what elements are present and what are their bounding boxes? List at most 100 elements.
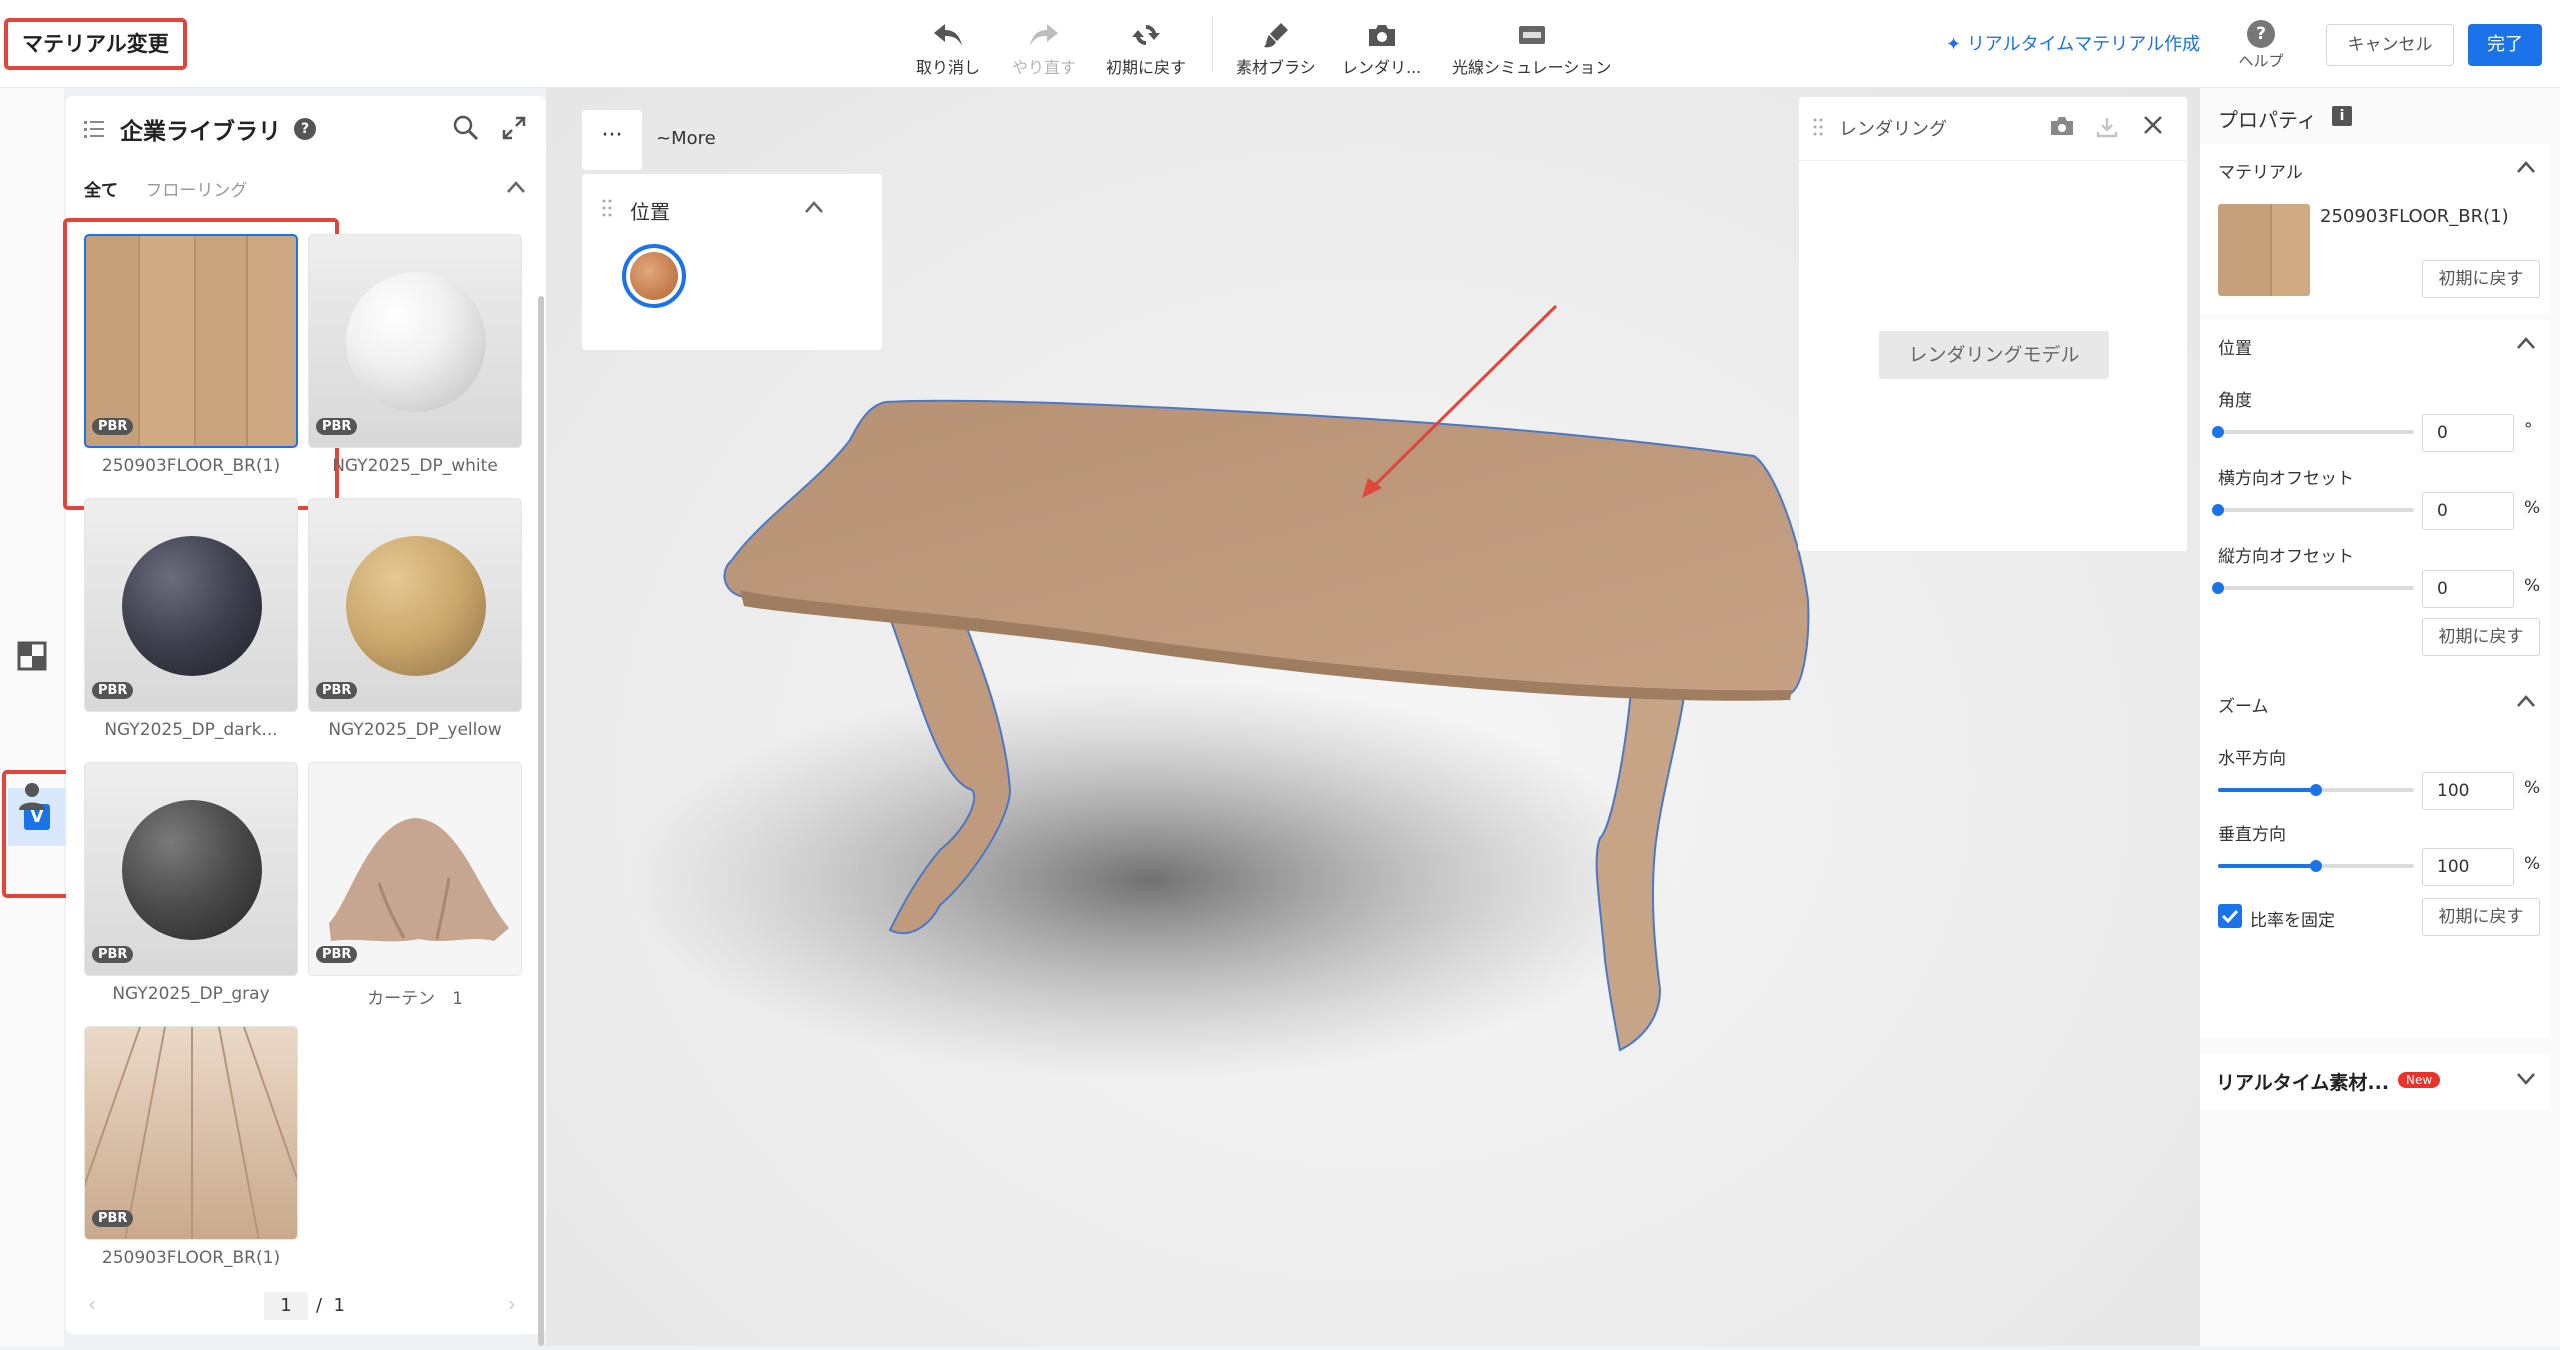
angle-input[interactable]: 0 [2422, 414, 2514, 452]
chevron-left-icon[interactable]: ‹ [88, 1292, 96, 1316]
material-tile[interactable]: PBR 250903FLOOR_BR(1) [84, 1026, 298, 1278]
material-tile[interactable]: PBR 250903FLOOR_BR(1) [63, 218, 339, 510]
v-offset-label: 縦方向オフセット [2218, 547, 2354, 567]
angle-unit: ° [2524, 420, 2533, 440]
realtime-material-section[interactable]: リアルタイム素材... New [2200, 1054, 2550, 1110]
material-thumbnail [84, 498, 298, 712]
material-tile[interactable]: PBR NGY2025_DP_gray [84, 762, 298, 1014]
brush-label: 素材ブラシ [1236, 58, 1316, 77]
hdr-icon [1518, 26, 1545, 44]
drag-handle-icon[interactable] [1813, 117, 1823, 137]
zoom-v-input[interactable]: 100 [2422, 848, 2514, 886]
v-offset-slider[interactable] [2212, 582, 2414, 594]
drag-handle-icon[interactable] [602, 198, 612, 218]
material-tile[interactable]: PBR NGY2025_DP_yellow [308, 498, 522, 750]
angle-label: 角度 [2218, 391, 2252, 411]
sparkle-icon: ✦ [1946, 34, 1967, 55]
material-name: 250903FLOOR_BR(1) [101, 456, 281, 476]
section-title: 位置 [2218, 339, 2252, 359]
cloth-shape [329, 818, 509, 942]
search-icon[interactable] [452, 114, 480, 142]
app-title: マテリアル変更 [4, 18, 187, 70]
material-name: NGY2025_DP_white [332, 456, 498, 476]
angle-slider[interactable] [2212, 426, 2414, 438]
pbr-badge: PBR [92, 418, 134, 435]
material-name: NGY2025_DP_gray [112, 984, 270, 1004]
properties-title: プロパティ [2218, 108, 2317, 132]
material-tile[interactable]: PBR NGY2025_DP_dark... [84, 498, 298, 750]
render-model-button[interactable]: レンダリングモデル [1879, 331, 2109, 379]
more-button[interactable]: ··· [582, 110, 642, 170]
library-pager: 1 / 1 [264, 1292, 345, 1320]
library-scrollbar[interactable] [538, 296, 544, 1346]
undo-button[interactable]: 取り消し [916, 20, 980, 78]
reset-position-button[interactable]: 初期に戻す [2422, 618, 2540, 656]
redo-button[interactable]: やり直す [1012, 20, 1076, 78]
zoom-v-slider[interactable] [2218, 860, 2414, 872]
cancel-button[interactable]: キャンセル [2326, 24, 2454, 66]
material-thumbnail [84, 1026, 298, 1240]
render-panel-title: レンダリング [1839, 119, 1947, 140]
material-thumbnail [84, 762, 298, 976]
undo-label: 取り消し [916, 58, 981, 77]
material-thumbnail [308, 498, 522, 712]
rail-item-user[interactable] [12, 776, 52, 816]
h-offset-slider[interactable] [2212, 504, 2414, 516]
realtime-label: リアルタイムマテリアル作成 [1966, 34, 2201, 55]
camera-icon[interactable] [2049, 115, 2075, 137]
section-title: ズーム [2218, 697, 2269, 717]
slider-knob[interactable] [2310, 860, 2322, 872]
slider-knob[interactable] [2310, 784, 2322, 796]
material-marker[interactable] [622, 244, 686, 308]
pbr-badge: PBR [92, 1210, 134, 1227]
chevron-down-icon[interactable] [2516, 1072, 2536, 1086]
slider-fill [2218, 788, 2316, 792]
v-offset-unit: % [2524, 576, 2541, 596]
chevron-up-icon[interactable] [506, 180, 526, 194]
slider-fill [2218, 864, 2316, 868]
tab-all[interactable]: 全て [84, 181, 118, 201]
zoom-h-slider[interactable] [2218, 784, 2414, 796]
reset-button[interactable]: 初期に戻す [1106, 20, 1186, 78]
tab-flooring[interactable]: フローリング [145, 181, 247, 201]
material-tile[interactable]: PBR NGY2025_DP_white [308, 234, 522, 486]
light-simulation-button[interactable]: 光線シミュレーション [1452, 20, 1611, 78]
zoom-h-input[interactable]: 100 [2422, 772, 2514, 810]
v-offset-input[interactable]: 0 [2422, 570, 2514, 608]
chevron-right-icon[interactable]: › [508, 1292, 516, 1316]
slider-knob[interactable] [2212, 582, 2224, 594]
chevron-up-icon[interactable] [2516, 160, 2536, 174]
page-total: 1 [333, 1295, 345, 1316]
render-button[interactable]: レンダリ... [1342, 20, 1421, 78]
expand-icon[interactable] [502, 116, 526, 140]
library-help-icon[interactable]: ? [294, 118, 316, 140]
download-icon[interactable] [2095, 115, 2119, 139]
page-input[interactable]: 1 [264, 1292, 308, 1320]
render-panel: レンダリング レンダリングモデル [1798, 96, 2189, 552]
chevron-up-icon[interactable] [2516, 694, 2536, 708]
realtime-material-link[interactable]: ✦ リアルタイムマテリアル作成 [1946, 30, 2200, 56]
properties-panel: プロパティ i マテリアル 250903FLOOR_BR(1) 初期に戻す 位置… [2200, 88, 2560, 1346]
reset-material-button[interactable]: 初期に戻す [2422, 260, 2540, 298]
reset-zoom-button[interactable]: 初期に戻す [2422, 898, 2540, 936]
help-button[interactable]: ? ヘルプ [2236, 20, 2286, 71]
h-offset-input[interactable]: 0 [2422, 492, 2514, 530]
floor-lines [85, 1027, 297, 1239]
material-name: 250903FLOOR_BR(1) [2320, 206, 2509, 227]
chevron-up-icon[interactable] [804, 200, 824, 214]
material-thumbnail [308, 234, 522, 448]
library-panel: 企業ライブラリ ? 全て フローリング PBR 250903FLOOR_BR(1… [63, 96, 546, 1346]
close-icon[interactable] [2141, 113, 2165, 137]
done-button[interactable]: 完了 [2468, 24, 2542, 66]
lock-ratio-checkbox[interactable] [2218, 904, 2242, 928]
material-tile[interactable]: PBR カーテン 1 [308, 762, 522, 1014]
material-thumbnail [84, 234, 298, 448]
rail-item-checker[interactable] [12, 636, 52, 676]
h-offset-unit: % [2524, 498, 2541, 518]
position-panel: 位置 [582, 174, 882, 350]
more-label[interactable]: ~More [656, 128, 716, 149]
slider-knob[interactable] [2212, 504, 2224, 516]
slider-knob[interactable] [2212, 426, 2224, 438]
chevron-up-icon[interactable] [2516, 336, 2536, 350]
material-brush-button[interactable]: 素材ブラシ [1236, 20, 1316, 78]
